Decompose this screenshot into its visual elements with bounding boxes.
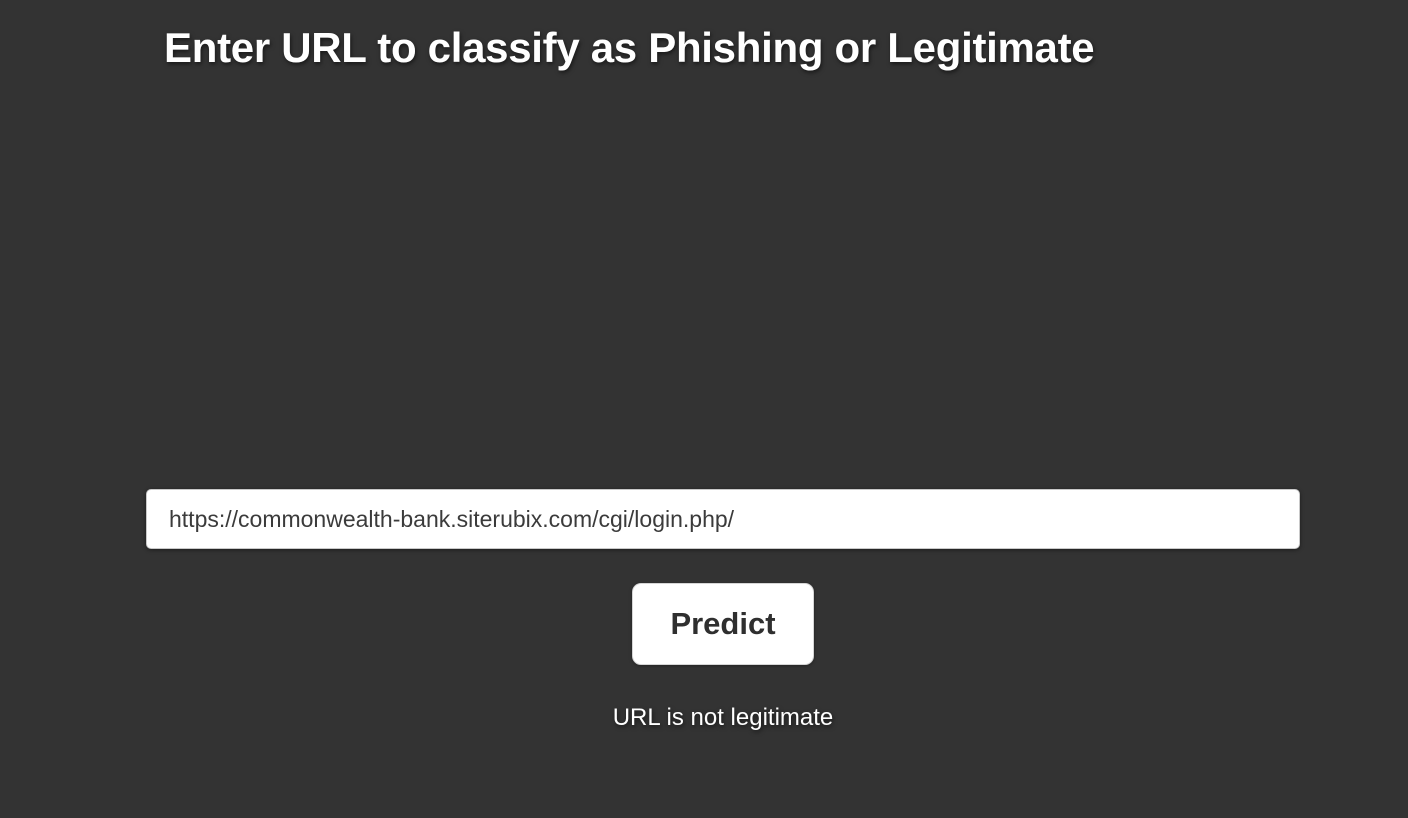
- phishing-classifier-page: Enter URL to classify as Phishing or Leg…: [0, 0, 1408, 818]
- url-input[interactable]: [146, 489, 1300, 549]
- prediction-result: URL is not legitimate: [612, 704, 834, 731]
- predict-button[interactable]: Predict: [632, 583, 814, 665]
- page-title: Enter URL to classify as Phishing or Leg…: [164, 24, 1095, 71]
